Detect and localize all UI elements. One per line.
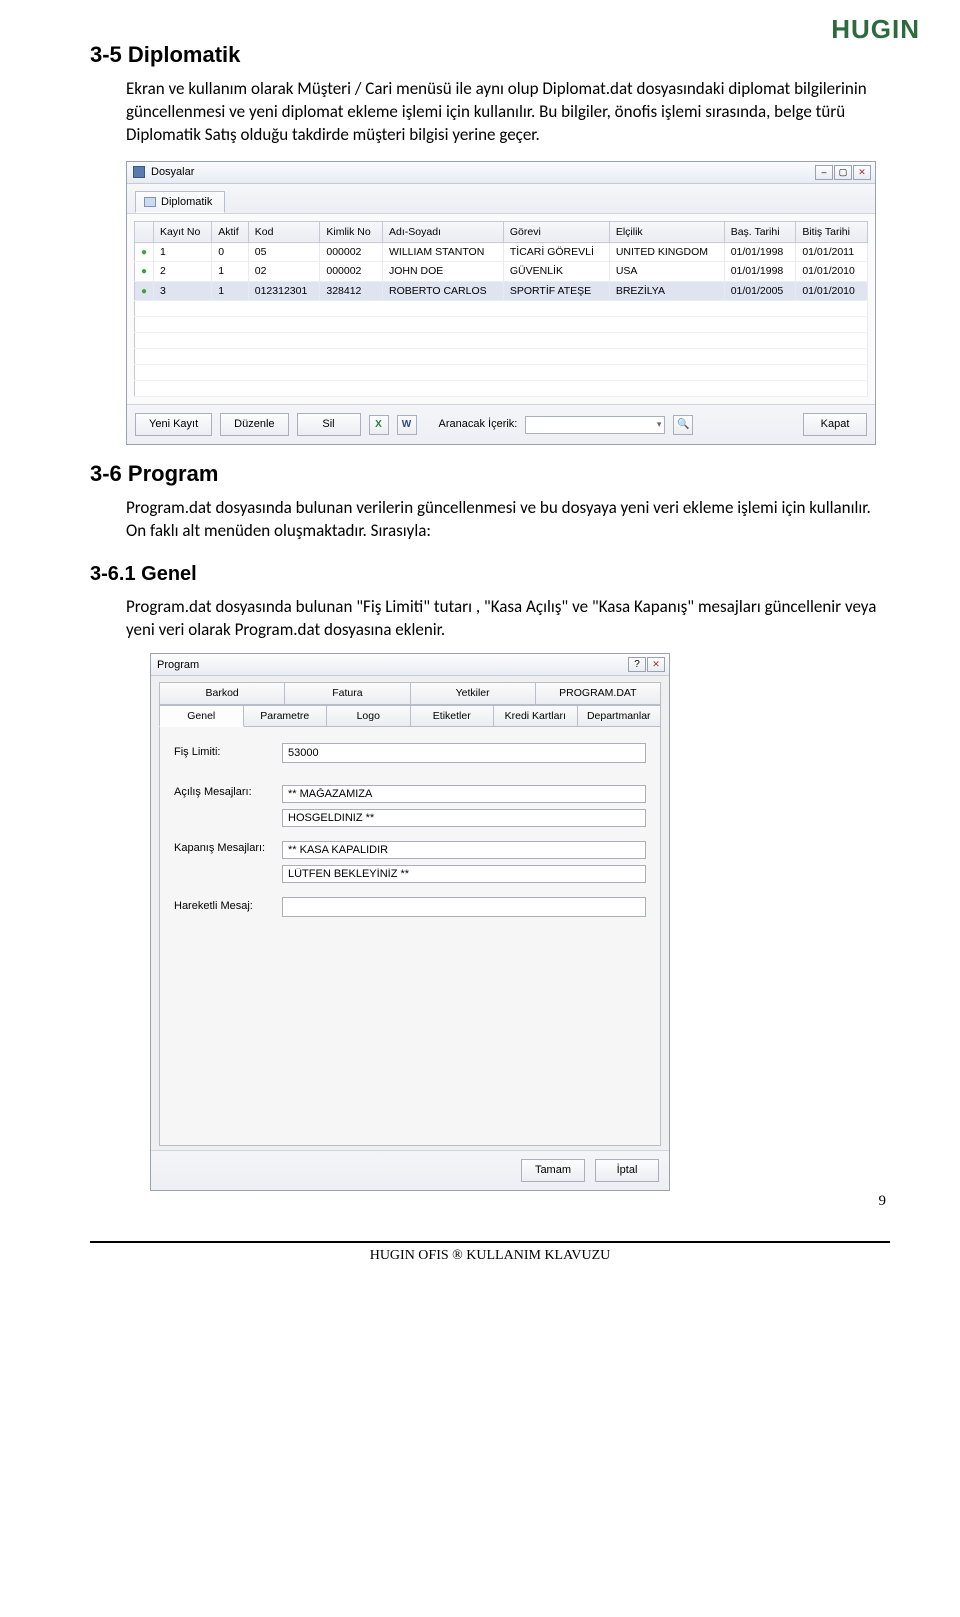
fis-limiti-label: Fiş Limiti: [174, 745, 274, 760]
acilis-label: Açılış Mesajları: [174, 785, 274, 800]
col-bitis-tarihi[interactable]: Bitiş Tarihi [796, 221, 868, 242]
kapanis-input-2[interactable] [282, 865, 646, 883]
search-combo[interactable] [525, 416, 665, 434]
col-aktif[interactable]: Aktif [212, 221, 249, 242]
tab-kredi-kartlari[interactable]: Kredi Kartları [493, 705, 578, 727]
program-title: Program [157, 658, 199, 673]
program-titlebar: Program ? ✕ [151, 654, 669, 676]
kapanis-label: Kapanış Mesajları: [174, 841, 274, 856]
close-button[interactable]: ✕ [853, 165, 871, 180]
hareketli-label: Hareketli Mesaj: [174, 899, 274, 914]
heading-3-6-1: 3-6.1 Genel [90, 561, 890, 588]
tab-programdat[interactable]: PROGRAM.DAT [535, 682, 661, 704]
tab-fatura[interactable]: Fatura [284, 682, 410, 704]
table-row[interactable]: ● 2 1 02 000002 JOHN DOE GÜVENLİK USA 01… [135, 262, 868, 282]
col-bas-tarihi[interactable]: Baş. Tarihi [724, 221, 796, 242]
dosyalar-window: Dosyalar – ▢ ✕ Diplomatik Kayıt No Aktif… [126, 161, 876, 446]
tab-departmanlar[interactable]: Departmanlar [577, 705, 662, 727]
excel-icon[interactable]: X [369, 415, 389, 435]
brand-logo: HUGIN [831, 12, 920, 47]
col-gorevi[interactable]: Görevi [503, 221, 609, 242]
tab-diplomatik[interactable]: Diplomatik [135, 191, 225, 214]
body-3-6-1: Program.dat dosyasında bulunan "Fiş Limi… [126, 596, 890, 642]
row-dot-icon: ● [141, 266, 147, 277]
tab-strip: Diplomatik [127, 184, 875, 214]
word-icon[interactable]: W [397, 415, 417, 435]
fis-limiti-input[interactable] [282, 743, 646, 763]
edit-button[interactable]: Düzenle [220, 413, 288, 436]
col-kimlik-no[interactable]: Kimlik No [320, 221, 383, 242]
tabs-row2: Genel Parametre Logo Etiketler Kredi Kar… [159, 705, 661, 727]
acilis-input-1[interactable] [282, 785, 646, 803]
tabs-row1: Barkod Fatura Yetkiler PROGRAM.DAT [159, 682, 661, 704]
table-row[interactable]: ● 3 1 012312301 328412 ROBERTO CARLOS SP… [135, 281, 868, 301]
dosyalar-titlebar: Dosyalar – ▢ ✕ [127, 162, 875, 184]
col-kayit-no[interactable]: Kayıt No [154, 221, 212, 242]
dosyalar-toolbar: Yeni Kayıt Düzenle Sil X W Aranacak İçer… [127, 404, 875, 444]
help-button[interactable]: ? [628, 657, 646, 672]
tab-parametre[interactable]: Parametre [243, 705, 328, 727]
body-3-6: Program.dat dosyasında bulunan verilerin… [126, 497, 890, 543]
tab-logo[interactable]: Logo [326, 705, 411, 727]
maximize-button[interactable]: ▢ [834, 165, 852, 180]
delete-button[interactable]: Sil [297, 413, 361, 436]
table-row[interactable]: ● 1 0 05 000002 WILLIAM STANTON TİCARİ G… [135, 242, 868, 262]
tab-genel[interactable]: Genel [159, 705, 244, 727]
heading-3-5: 3-5 Diplomatik [90, 40, 890, 70]
heading-3-6: 3-6 Program [90, 459, 890, 489]
program-dialog: Program ? ✕ Barkod Fatura Yetkiler PROGR… [150, 653, 670, 1190]
page-number: 9 [90, 1191, 886, 1211]
window-icon [133, 166, 145, 178]
tab-label: Diplomatik [161, 195, 212, 210]
col-adi-soyadi[interactable]: Adı-Soyadı [383, 221, 504, 242]
tab-etiketler[interactable]: Etiketler [410, 705, 495, 727]
diplomat-grid[interactable]: Kayıt No Aktif Kod Kimlik No Adı-Soyadı … [134, 221, 868, 398]
tab-yetkiler[interactable]: Yetkiler [410, 682, 536, 704]
search-icon[interactable]: 🔍 [673, 415, 693, 435]
dosyalar-title: Dosyalar [151, 165, 194, 180]
body-3-5: Ekran ve kullanım olarak Müşteri / Cari … [126, 78, 890, 147]
cancel-button[interactable]: İptal [595, 1159, 659, 1182]
new-record-button[interactable]: Yeni Kayıt [135, 413, 212, 436]
row-dot-icon: ● [141, 247, 147, 258]
tab-panel-genel: Fiş Limiti: Açılış Mesajları: Kapanış Me… [159, 726, 661, 1146]
col-kod[interactable]: Kod [248, 221, 320, 242]
acilis-input-2[interactable] [282, 809, 646, 827]
tab-barkod[interactable]: Barkod [159, 682, 285, 704]
kapanis-input-1[interactable] [282, 841, 646, 859]
tab-icon [144, 197, 156, 207]
minimize-button[interactable]: – [815, 165, 833, 180]
col-elcilik[interactable]: Elçilik [609, 221, 724, 242]
footer: HUGIN OFIS ® KULLANIM KLAVUZU [90, 1241, 890, 1266]
close-panel-button[interactable]: Kapat [803, 413, 867, 436]
close-button[interactable]: ✕ [647, 657, 665, 672]
ok-button[interactable]: Tamam [521, 1159, 585, 1182]
hareketli-input[interactable] [282, 897, 646, 917]
row-dot-icon: ● [141, 286, 147, 297]
search-label: Aranacak İçerik: [439, 417, 518, 432]
